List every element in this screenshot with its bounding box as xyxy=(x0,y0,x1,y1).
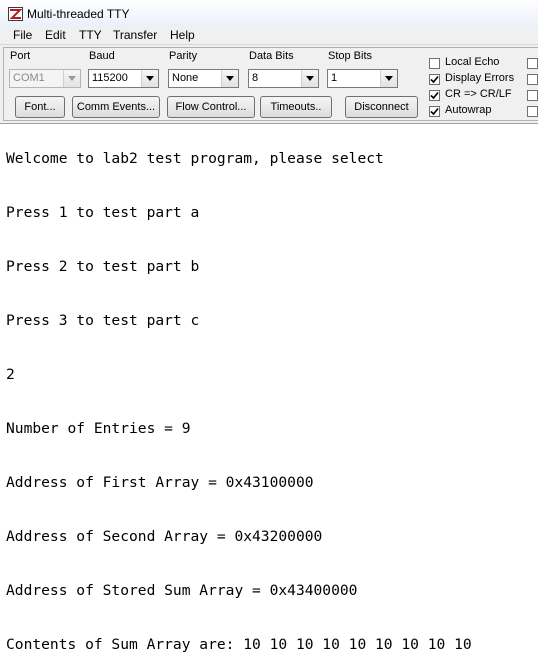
terminal-line: Address of First Array = 0x43100000 xyxy=(6,474,314,491)
terminal-output[interactable]: Welcome to lab2 test program, please sel… xyxy=(0,124,538,668)
port-select: COM1 xyxy=(9,69,81,88)
chevron-down-icon[interactable] xyxy=(141,70,158,87)
chevron-down-icon xyxy=(63,70,80,87)
flow-control-button[interactable]: Flow Control... xyxy=(167,96,255,118)
terminal-line: Address of Second Array = 0x43200000 xyxy=(6,528,323,545)
check-icon xyxy=(430,75,439,84)
baud-value: 115200 xyxy=(92,72,128,84)
autowrap-label: Autowrap xyxy=(445,104,492,116)
port-value: COM1 xyxy=(13,72,45,84)
local-echo-checkbox[interactable] xyxy=(429,58,440,69)
menu-tty[interactable]: TTY xyxy=(79,28,102,42)
data-bits-value: 8 xyxy=(252,72,259,84)
terminal-line: Contents of Sum Array are: 10 10 10 10 1… xyxy=(6,636,472,653)
chevron-down-icon[interactable] xyxy=(301,70,318,87)
port-label: Port xyxy=(10,50,31,62)
stop-bits-select[interactable]: 1 xyxy=(327,69,398,88)
parity-label: Parity xyxy=(169,50,198,62)
data-bits-label: Data Bits xyxy=(249,50,294,62)
baud-label: Baud xyxy=(89,50,115,62)
extra-checkbox-4[interactable] xyxy=(527,106,538,117)
terminal-line: Press 3 to test part c xyxy=(6,312,200,329)
menu-bar: File Edit TTY Transfer Help xyxy=(0,27,538,44)
check-icon xyxy=(430,91,439,100)
display-errors-label: Display Errors xyxy=(445,72,515,84)
stop-bits-label: Stop Bits xyxy=(328,50,373,62)
local-echo-label: Local Echo xyxy=(445,56,500,68)
cr-crlf-checkbox[interactable] xyxy=(429,90,440,101)
window-title: Multi-threaded TTY xyxy=(27,7,130,21)
terminal-line: Welcome to lab2 test program, please sel… xyxy=(6,150,384,167)
check-icon xyxy=(430,107,439,116)
disconnect-button[interactable]: Disconnect xyxy=(345,96,418,118)
chevron-down-icon[interactable] xyxy=(221,70,238,87)
title-bar[interactable]: Multi-threaded TTY xyxy=(0,0,538,27)
display-errors-checkbox[interactable] xyxy=(429,74,440,85)
settings-toolbar: Port Baud Parity Data Bits Stop Bits COM… xyxy=(0,44,538,124)
baud-select[interactable]: 115200 xyxy=(88,69,159,88)
terminal-line: Press 1 to test part a xyxy=(6,204,200,221)
menu-edit[interactable]: Edit xyxy=(45,28,66,42)
menu-help[interactable]: Help xyxy=(170,28,195,42)
font-button[interactable]: Font... xyxy=(15,96,65,118)
parity-select[interactable]: None xyxy=(168,69,239,88)
menu-transfer[interactable]: Transfer xyxy=(113,28,157,42)
extra-checkbox-1[interactable] xyxy=(527,58,538,69)
data-bits-select[interactable]: 8 xyxy=(248,69,319,88)
terminal-line: Press 2 to test part b xyxy=(6,258,200,275)
extra-checkbox-3[interactable] xyxy=(527,90,538,101)
autowrap-checkbox[interactable] xyxy=(429,106,440,117)
terminal-line: 2 xyxy=(6,366,15,383)
chevron-down-icon[interactable] xyxy=(380,70,397,87)
stop-bits-value: 1 xyxy=(331,72,338,84)
parity-value: None xyxy=(172,72,199,84)
menu-file[interactable]: File xyxy=(13,28,32,42)
cr-crlf-label: CR => CR/LF xyxy=(445,88,512,100)
terminal-line: Address of Stored Sum Array = 0x43400000 xyxy=(6,582,358,599)
terminal-line: Number of Entries = 9 xyxy=(6,420,191,437)
timeouts-button[interactable]: Timeouts.. xyxy=(260,96,332,118)
comm-events-button[interactable]: Comm Events... xyxy=(72,96,160,118)
app-icon[interactable] xyxy=(8,7,23,21)
extra-checkbox-2[interactable] xyxy=(527,74,538,85)
